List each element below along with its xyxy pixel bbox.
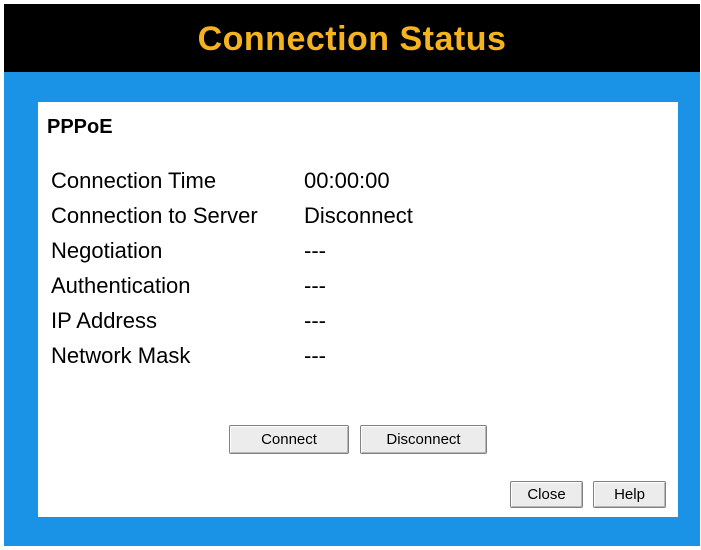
help-button[interactable]: Help <box>593 481 666 508</box>
status-label: Negotiation <box>51 238 163 263</box>
status-table: Connection Time 00:00:00 Connection to S… <box>51 163 413 373</box>
status-label: Connection Time <box>51 168 217 193</box>
status-panel: PPPoE Connection Time 00:00:00 Connectio… <box>38 102 678 517</box>
status-label: IP Address <box>51 308 157 333</box>
status-value: --- <box>304 343 326 368</box>
status-label: Authentication <box>51 273 191 298</box>
status-value: Disconnect <box>304 203 413 228</box>
status-row-network-mask: Network Mask --- <box>51 338 413 373</box>
status-value: --- <box>304 238 326 263</box>
status-label: Network Mask <box>51 343 191 368</box>
status-row-connection-time: Connection Time 00:00:00 <box>51 163 413 198</box>
close-button[interactable]: Close <box>510 481 583 508</box>
status-row-authentication: Authentication --- <box>51 268 413 303</box>
status-value: --- <box>304 308 326 333</box>
connect-button[interactable]: Connect <box>229 425 349 454</box>
status-value: 00:00:00 <box>304 168 390 193</box>
status-row-connection-to-server: Connection to Server Disconnect <box>51 198 413 233</box>
status-row-negotiation: Negotiation --- <box>51 233 413 268</box>
page-title: Connection Status <box>197 19 507 58</box>
status-label: Connection to Server <box>51 203 258 228</box>
disconnect-button[interactable]: Disconnect <box>360 425 487 454</box>
section-title: PPPoE <box>47 116 113 138</box>
connection-status-window: Connection Status PPPoE Connection Time … <box>4 4 700 546</box>
status-row-ip-address: IP Address --- <box>51 303 413 338</box>
status-value: --- <box>304 273 326 298</box>
title-bar: Connection Status <box>4 4 700 72</box>
